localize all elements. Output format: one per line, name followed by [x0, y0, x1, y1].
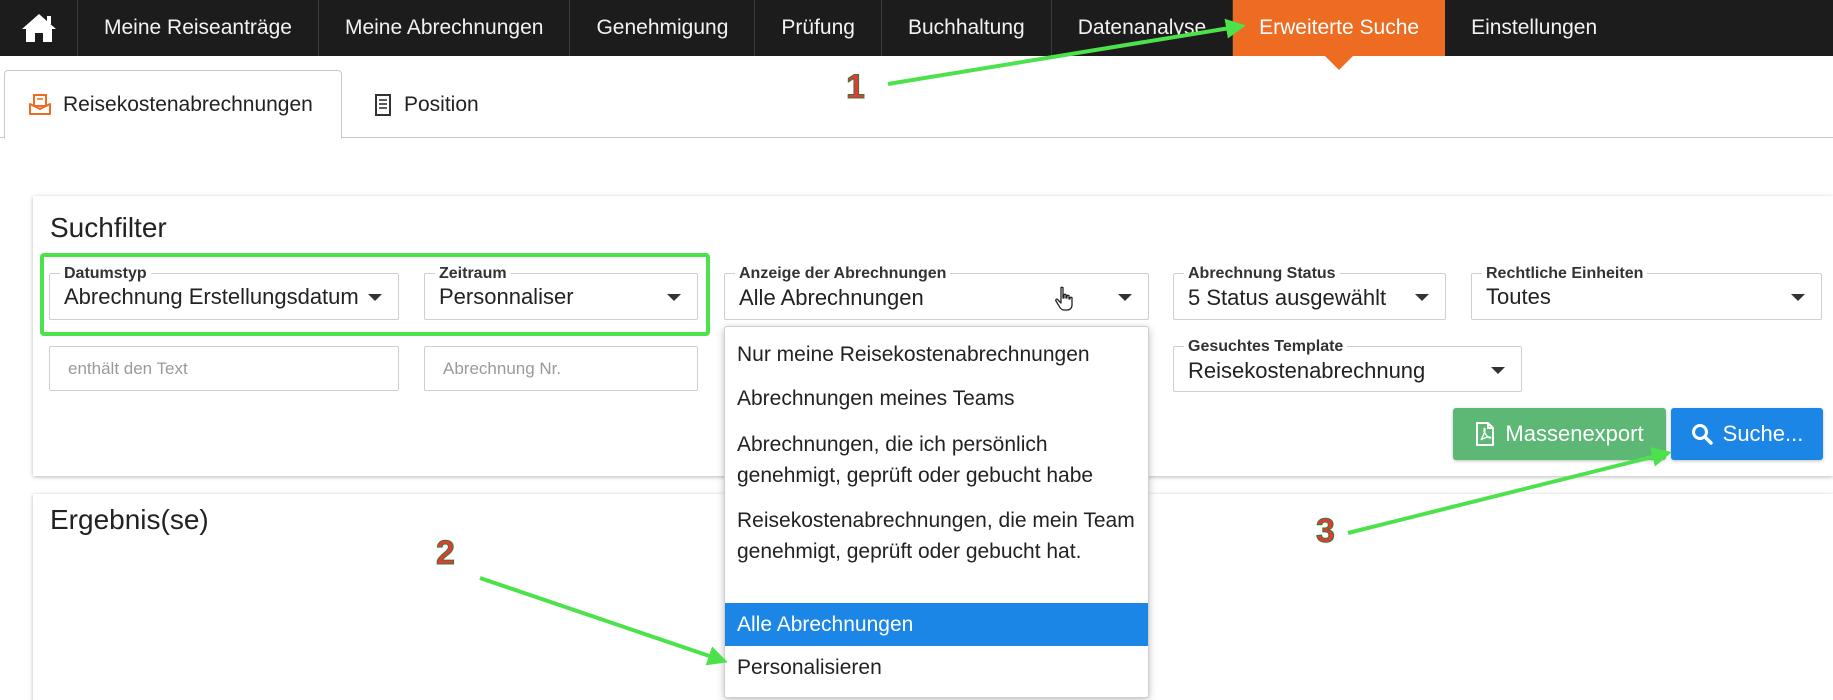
report-number-field[interactable] — [424, 346, 698, 391]
chevron-down-icon — [1118, 294, 1132, 301]
home-icon — [21, 14, 56, 42]
date-type-select[interactable]: Datumstyp Abrechnung Erstellungsdatum — [49, 265, 399, 320]
nav-item-accounting[interactable]: Buchhaltung — [882, 0, 1052, 56]
tab-position[interactable]: Position — [370, 70, 479, 139]
chevron-down-icon — [1491, 367, 1505, 374]
status-select[interactable]: Abrechnung Status 5 Status ausgewählt — [1173, 265, 1446, 320]
nav-item-my-expense-reports[interactable]: Meine Abrechnungen — [319, 0, 571, 56]
top-navigation: Meine Reiseanträge Meine Abrechnungen Ge… — [0, 0, 1833, 70]
nav-item-audit[interactable]: Prüfung — [755, 0, 882, 56]
search-button-label: Suche... — [1722, 421, 1804, 446]
mass-export-button[interactable]: Massenexport — [1453, 408, 1666, 460]
nav-item-data-analysis[interactable]: Datenanalyse — [1052, 0, 1234, 56]
dropdown-option[interactable]: Reisekostenabrechnungen, die mein Team g… — [725, 499, 1148, 603]
chevron-down-icon — [1415, 294, 1429, 301]
nav-item-approval[interactable]: Genehmigung — [570, 0, 756, 56]
legal-entities-value: Toutes — [1486, 284, 1551, 309]
pdf-file-icon — [1475, 422, 1495, 446]
display-value: Alle Abrechnungen — [739, 285, 924, 310]
tab-expense-reports-label: Reisekostenabrechnungen — [63, 92, 313, 116]
date-type-label: Datumstyp — [60, 265, 151, 283]
display-options-dropdown: Nur meine Reisekostenabrechnungen Abrech… — [724, 326, 1149, 698]
tab-position-label: Position — [404, 92, 479, 116]
annotation-step-1: 1 — [846, 68, 866, 107]
tab-expense-reports[interactable]: Reisekostenabrechnungen — [4, 70, 342, 139]
nav-item-advanced-search[interactable]: Erweiterte Suche — [1233, 0, 1446, 70]
period-label: Zeitraum — [435, 265, 511, 283]
status-label: Abrechnung Status — [1184, 265, 1340, 283]
hand-cursor-icon — [1055, 286, 1073, 311]
period-select[interactable]: Zeitraum Personnaliser — [424, 265, 698, 320]
chevron-down-icon — [368, 294, 382, 301]
text-search-input[interactable] — [50, 347, 398, 390]
mass-export-label: Massenexport — [1505, 421, 1644, 446]
status-value: 5 Status ausgewählt — [1188, 285, 1387, 310]
dropdown-option[interactable]: Abrechnungen, die ich persönlich genehmi… — [725, 423, 1148, 497]
period-value: Personnaliser — [439, 284, 574, 309]
document-icon — [374, 93, 392, 116]
dropdown-option-selected[interactable]: Alle Abrechnungen — [725, 603, 1148, 646]
legal-entities-label: Rechtliche Einheiten — [1482, 265, 1648, 283]
template-label: Gesuchtes Template — [1184, 338, 1348, 356]
search-icon — [1691, 423, 1713, 445]
template-select[interactable]: Gesuchtes Template Reisekostenabrechnung — [1173, 338, 1522, 392]
nav-item-my-travel-requests[interactable]: Meine Reiseanträge — [78, 0, 319, 56]
display-label: Anzeige der Abrechnungen — [735, 265, 951, 283]
template-value: Reisekostenabrechnung — [1188, 358, 1426, 383]
nav-item-settings[interactable]: Einstellungen — [1445, 0, 1623, 56]
tab-bar: Reisekostenabrechnungen Position — [0, 70, 1833, 139]
search-filter-title: Suchfilter — [50, 212, 167, 243]
envelope-receipt-icon — [29, 93, 51, 116]
dropdown-option[interactable]: Nur meine Reisekostenabrechnungen — [725, 335, 1148, 375]
dropdown-option[interactable]: Abrechnungen meines Teams — [725, 379, 1148, 419]
search-button[interactable]: Suche... — [1671, 408, 1823, 460]
date-type-value: Abrechnung Erstellungsdatum — [64, 284, 359, 309]
annotation-step-3: 3 — [1316, 512, 1336, 551]
results-title: Ergebnis(se) — [50, 504, 209, 535]
chevron-down-icon — [667, 294, 681, 301]
dropdown-option[interactable]: Personalisieren — [725, 647, 1148, 689]
legal-entities-select[interactable]: Rechtliche Einheiten Toutes — [1471, 265, 1822, 320]
text-search-field[interactable] — [49, 346, 399, 391]
chevron-down-icon — [1791, 294, 1805, 301]
annotation-step-2: 2 — [436, 534, 456, 573]
display-select[interactable]: Anzeige der Abrechnungen Alle Abrechnung… — [724, 265, 1149, 320]
report-number-input[interactable] — [425, 347, 697, 390]
home-button[interactable] — [0, 0, 78, 56]
